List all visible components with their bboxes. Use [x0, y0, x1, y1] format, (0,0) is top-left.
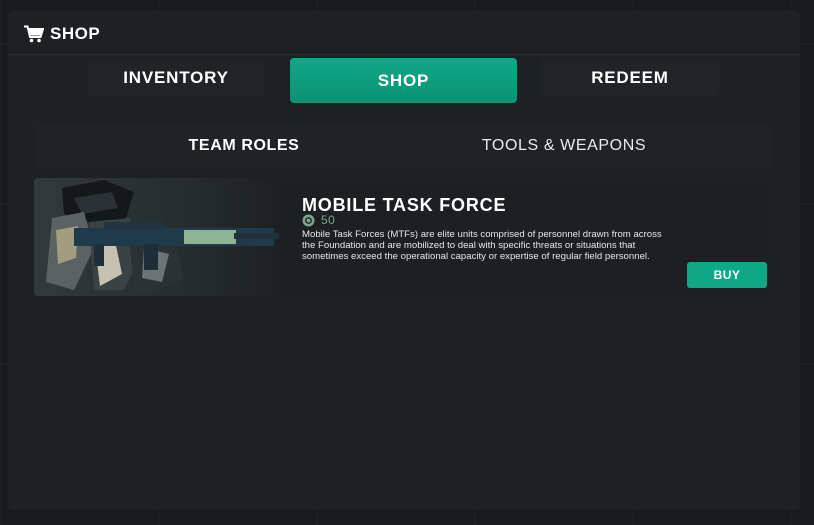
- top-bar: SHOP: [8, 10, 800, 55]
- item-price: 50: [302, 213, 335, 227]
- tab-shop[interactable]: SHOP: [290, 58, 517, 103]
- coin-icon: [302, 214, 315, 226]
- shop-panel: SHOP INVENTORY SHOP REDEEM TEAM ROLES TO…: [8, 10, 800, 510]
- tab-tools-weapons[interactable]: TOOLS & WEAPONS: [434, 123, 694, 169]
- cart-icon: [24, 25, 44, 43]
- tab-inventory[interactable]: INVENTORY: [87, 59, 265, 97]
- tab-team-roles[interactable]: TEAM ROLES: [134, 123, 354, 169]
- soldier-rifle-illustration: [46, 180, 279, 292]
- category-tabs: TEAM ROLES TOOLS & WEAPONS: [34, 123, 772, 169]
- price-value: 50: [321, 213, 336, 227]
- item-image: [34, 178, 284, 296]
- item-description: Mobile Task Forces (MTFs) are elite unit…: [302, 229, 662, 263]
- shop-item-card: MOBILE TASK FORCE 50 Mobile Task Forces …: [34, 178, 770, 296]
- page-title: SHOP: [50, 24, 101, 43]
- tab-redeem[interactable]: REDEEM: [541, 59, 719, 97]
- buy-button[interactable]: BUY: [687, 262, 767, 288]
- main-tabs: INVENTORY SHOP REDEEM: [8, 57, 800, 103]
